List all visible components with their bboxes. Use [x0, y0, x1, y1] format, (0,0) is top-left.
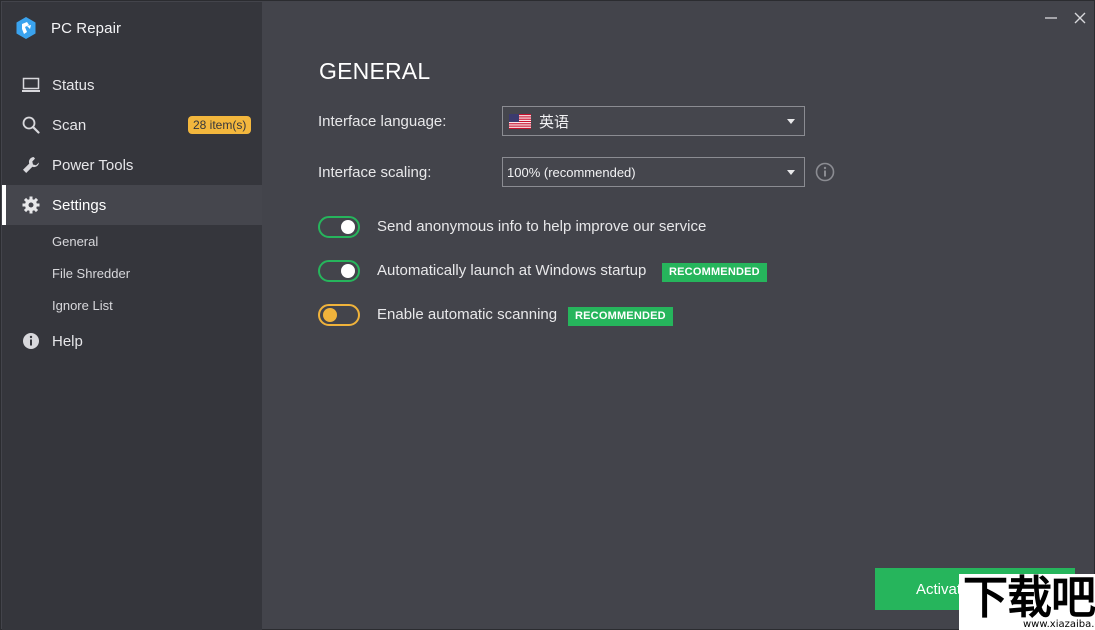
sidebar-subitem-file-shredder[interactable]: File Shredder [52, 266, 130, 281]
interface-language-value: 英语 [539, 113, 570, 131]
interface-language-select[interactable]: 英语 [502, 106, 805, 136]
recommended-badge: RECOMMENDED [662, 263, 767, 282]
interface-scaling-value: 100% (recommended) [507, 164, 636, 180]
anonymous-info-toggle[interactable] [318, 216, 360, 238]
sidebar-item-label: Power Tools [52, 156, 134, 174]
search-icon [22, 116, 40, 134]
toggle-knob [323, 308, 337, 322]
watermark-url: www.xiazaiba.com [1023, 619, 1095, 630]
activate-button-label: Activat [916, 580, 962, 598]
info-icon [22, 332, 40, 350]
app-window: PC Repair Status Scan 28 item(s) Power T… [0, 0, 1095, 630]
monitor-icon [22, 76, 40, 94]
minimize-button[interactable] [1042, 9, 1060, 27]
pc-repair-logo-icon [16, 17, 36, 39]
auto-launch-label: Automatically launch at Windows startup [377, 262, 647, 279]
sidebar-item-scan[interactable]: Scan 28 item(s) [2, 105, 262, 145]
auto-scan-toggle[interactable] [318, 304, 360, 326]
us-flag-icon [509, 114, 531, 129]
sidebar-item-label: Settings [52, 196, 107, 214]
app-title: PC Repair [51, 19, 122, 37]
wrench-icon [22, 156, 40, 174]
minimize-icon [1045, 17, 1057, 19]
sidebar-item-label: Scan [52, 116, 87, 134]
interface-scaling-label: Interface scaling: [318, 164, 432, 181]
sidebar-item-help[interactable]: Help [2, 321, 262, 361]
toggle-knob [341, 220, 355, 234]
close-icon [1074, 12, 1086, 24]
chevron-down-icon [787, 170, 795, 175]
interface-scaling-select[interactable]: 100% (recommended) [502, 157, 805, 187]
sidebar-item-status[interactable]: Status [2, 65, 262, 105]
watermark-logo-text: 下载吧 [963, 571, 1095, 624]
page-title: GENERAL [319, 58, 431, 84]
gear-icon [22, 196, 40, 214]
sidebar-item-label: Status [52, 76, 95, 94]
auto-launch-toggle[interactable] [318, 260, 360, 282]
watermark: 下载吧 www.xiazaiba.com [959, 574, 1095, 630]
brand: PC Repair [14, 16, 121, 40]
scaling-info-icon[interactable] [815, 162, 835, 182]
sidebar: PC Repair Status Scan 28 item(s) Power T… [2, 2, 262, 630]
sidebar-item-settings[interactable]: Settings [2, 185, 262, 225]
recommended-badge: RECOMMENDED [568, 307, 673, 326]
scan-count-badge: 28 item(s) [188, 116, 252, 134]
sidebar-item-label: Help [52, 332, 83, 350]
interface-language-label: Interface language: [318, 113, 447, 130]
sidebar-item-power-tools[interactable]: Power Tools [2, 145, 262, 185]
sidebar-subitem-general[interactable]: General [52, 234, 98, 249]
auto-scan-label: Enable automatic scanning [377, 306, 558, 323]
close-button[interactable] [1071, 9, 1089, 27]
toggle-knob [341, 264, 355, 278]
sidebar-subitem-ignore-list[interactable]: Ignore List [52, 298, 113, 313]
chevron-down-icon [787, 119, 795, 124]
anonymous-info-label: Send anonymous info to help improve our … [377, 218, 707, 235]
